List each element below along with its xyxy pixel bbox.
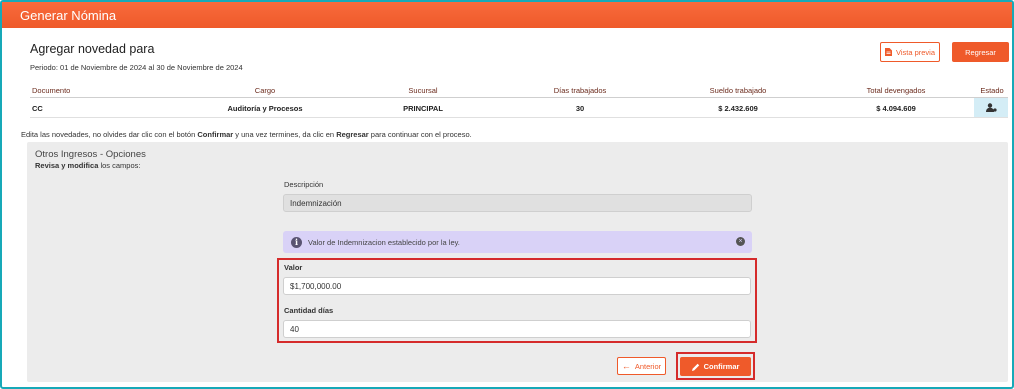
previous-label: Anterior bbox=[634, 361, 662, 371]
col-estado: Estado bbox=[980, 86, 1004, 95]
table-row: CC Auditoría y Procesos PRINCIPAL 30 $ 2… bbox=[30, 98, 1008, 118]
instructions-text: Edita las novedades, no olvides dar clic… bbox=[21, 130, 472, 139]
preview-label: Vista previa bbox=[895, 47, 936, 57]
instructions-part2: y una vez termines, da clic en bbox=[233, 130, 337, 139]
info-icon: i bbox=[291, 236, 302, 248]
cell-cargo: Auditoría y Procesos bbox=[227, 104, 303, 113]
valor-label: Valor bbox=[284, 263, 303, 272]
instructions-confirm: Confirmar bbox=[197, 130, 234, 139]
page-title: Agregar novedad para bbox=[30, 42, 155, 56]
table-header: Documento Cargo Sucursal Días trabajados… bbox=[30, 83, 1008, 98]
pencil-icon bbox=[691, 363, 699, 371]
back-label: Regresar bbox=[965, 47, 996, 57]
cell-sueldo: $ 2.432.609 bbox=[718, 104, 758, 113]
cell-documento: CC bbox=[32, 104, 43, 113]
description-label: Descripción bbox=[284, 180, 324, 189]
valor-input[interactable]: $1,700,000.00 bbox=[283, 277, 751, 295]
cell-total: $ 4.094.609 bbox=[876, 104, 916, 113]
dias-label: Cantidad días bbox=[284, 306, 334, 315]
col-cargo: Cargo bbox=[254, 86, 276, 95]
col-dias-trabajados: Días trabajados bbox=[553, 86, 607, 95]
cell-sucursal: PRINCIPAL bbox=[403, 104, 443, 113]
user-settings-icon[interactable] bbox=[985, 103, 997, 112]
previous-button[interactable]: ← Anterior bbox=[617, 357, 666, 375]
col-total-devengados: Total devengados bbox=[866, 86, 926, 95]
instructions-back: Regresar bbox=[336, 130, 369, 139]
panel-subtitle-bold: Revisa y modifica bbox=[35, 161, 99, 170]
col-sucursal: Sucursal bbox=[408, 86, 438, 95]
period-text: Periodo: 01 de Noviembre de 2024 al 30 d… bbox=[30, 63, 243, 72]
alert-text: Valor de Indemnizacion establecido por l… bbox=[308, 237, 460, 247]
instructions-part1: Edita las novedades, no olvides dar clic… bbox=[21, 130, 198, 139]
col-documento: Documento bbox=[32, 86, 71, 95]
close-icon[interactable]: × bbox=[736, 237, 745, 246]
description-field: Indemnización bbox=[283, 194, 752, 212]
document-icon bbox=[884, 48, 892, 56]
preview-button[interactable]: Vista previa bbox=[880, 42, 940, 62]
panel-subtitle-rest: los campos: bbox=[98, 161, 141, 170]
col-sueldo-trabajado: Sueldo trabajado bbox=[709, 86, 767, 95]
page-header: Generar Nómina bbox=[2, 2, 1012, 28]
back-button[interactable]: Regresar bbox=[952, 42, 1009, 62]
dias-input[interactable]: 40 bbox=[283, 320, 751, 338]
info-alert: i Valor de Indemnizacion establecido por… bbox=[283, 231, 752, 253]
instructions-part3: para continuar con el proceso. bbox=[368, 130, 472, 139]
header-title: Generar Nómina bbox=[20, 8, 117, 23]
panel-title: Otros Ingresos - Opciones bbox=[35, 149, 146, 160]
arrow-left-icon: ← bbox=[621, 361, 631, 371]
panel-subtitle: Revisa y modifica los campos: bbox=[35, 161, 140, 170]
confirm-label: Confirmar bbox=[703, 362, 740, 371]
cell-dias: 30 bbox=[575, 104, 585, 113]
confirm-button[interactable]: Confirmar bbox=[680, 357, 751, 376]
estado-cell[interactable] bbox=[974, 98, 1008, 117]
